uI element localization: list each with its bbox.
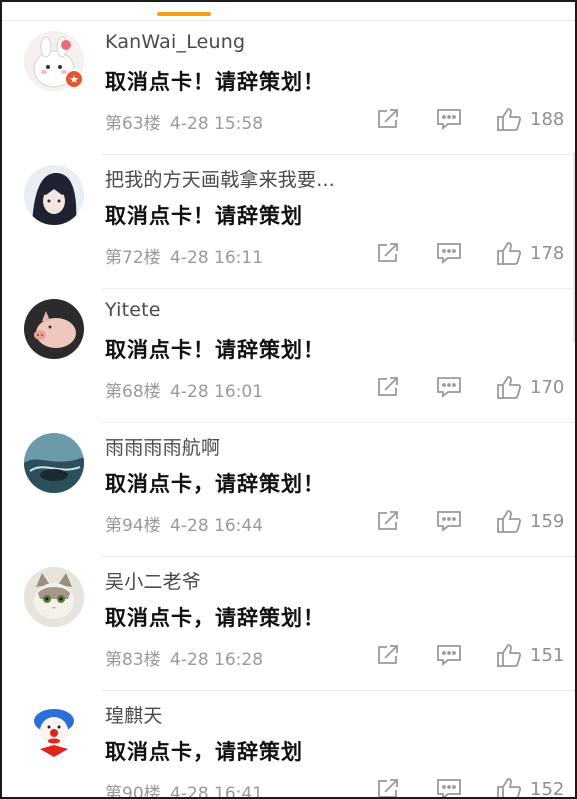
share-button[interactable] (376, 776, 400, 797)
like-count: 152 (530, 778, 565, 799)
floor-number: 第63楼 (105, 114, 161, 134)
clown-avatar-icon (24, 701, 84, 761)
avatar[interactable] (24, 701, 84, 761)
comment-icon (437, 377, 461, 398)
like-button[interactable]: 159 (496, 508, 564, 534)
share-button[interactable] (376, 508, 400, 534)
comment-icon (437, 511, 461, 532)
comment-meta: 第72楼 4-28 16:11 (105, 243, 267, 268)
thumbs-up-icon (497, 644, 522, 667)
comment-feed-frame: ★ KanWai_Leung 取消点卡！请辞策划！ 第63楼 4-28 15:5… (0, 0, 577, 799)
floor-number: 第94楼 (105, 516, 161, 536)
timestamp: 4-28 16:11 (170, 248, 264, 268)
timestamp: 4-28 16:28 (170, 650, 264, 670)
thumbs-up-icon (497, 108, 522, 131)
comment-item: 吴小二老爷 取消点卡，请辞策划！ 第83楼 4-28 16:28 151 (2, 557, 575, 691)
reply-button[interactable] (436, 106, 462, 132)
share-icon (378, 779, 398, 797)
avatar[interactable] (24, 299, 84, 359)
comment-icon (437, 243, 461, 264)
share-button[interactable] (376, 642, 400, 668)
timestamp: 4-28 15:58 (170, 114, 264, 134)
active-tab-indicator (157, 12, 211, 16)
like-button[interactable]: 152 (496, 776, 565, 799)
comment-meta: 第83楼 4-28 16:28 (105, 645, 267, 670)
share-icon (378, 109, 398, 128)
comment-item: Yitete 取消点卡！请辞策划！ 第68楼 4-28 16:01 170 (2, 289, 575, 423)
comment-text: 取消点卡！请辞策划！ (105, 338, 325, 362)
thumbs-up-icon (497, 242, 522, 265)
comment-text: 取消点卡！请辞策划 (105, 204, 303, 228)
like-button[interactable]: 188 (496, 106, 564, 132)
like-count: 178 (530, 242, 565, 264)
timestamp: 4-28 16:01 (170, 382, 264, 402)
comment-icon (437, 645, 461, 666)
comment-icon (437, 109, 461, 130)
vip-badge-icon: ★ (64, 69, 84, 89)
comment-item: 把我的方天画戟拿来我要... 取消点卡！请辞策划 第72楼 4-28 16:11… (2, 155, 575, 289)
username[interactable]: KanWai_Leung (105, 31, 245, 53)
share-button[interactable] (376, 240, 400, 266)
floor-number: 第90楼 (105, 784, 161, 799)
thumbs-up-icon (497, 778, 522, 797)
username[interactable]: Yitete (105, 299, 161, 321)
like-count: 159 (530, 510, 565, 532)
comment-meta: 第68楼 4-28 16:01 (105, 377, 267, 402)
comment-item: 瑝麒天 取消点卡，请辞策划 第90楼 4-28 16:41 152 (2, 691, 575, 799)
like-button[interactable]: 151 (496, 642, 564, 668)
comment-item: ★ KanWai_Leung 取消点卡！请辞策划！ 第63楼 4-28 15:5… (2, 21, 575, 155)
comment-text: 取消点卡，请辞策划！ (105, 606, 325, 630)
username[interactable]: 吴小二老爷 (105, 567, 201, 594)
comment-list: ★ KanWai_Leung 取消点卡！请辞策划！ 第63楼 4-28 15:5… (2, 21, 575, 799)
comment-text: 取消点卡，请辞策划 (105, 740, 303, 764)
thumbs-up-icon (497, 376, 522, 399)
timestamp: 4-28 16:44 (170, 516, 264, 536)
share-icon (378, 243, 398, 262)
thumbs-up-icon (497, 510, 522, 533)
comment-icon (437, 779, 461, 797)
username[interactable]: 瑝麒天 (105, 701, 163, 728)
like-button[interactable]: 170 (496, 374, 564, 400)
pig-avatar-icon (24, 299, 84, 359)
comment-meta: 第94楼 4-28 16:44 (105, 511, 267, 536)
reply-button[interactable] (436, 642, 462, 668)
avatar[interactable] (24, 165, 84, 225)
comment-text: 取消点卡，请辞策划！ (105, 472, 325, 496)
floor-number: 第68楼 (105, 382, 161, 402)
avatar[interactable] (24, 567, 84, 627)
reply-button[interactable] (436, 776, 462, 797)
avatar[interactable] (24, 433, 84, 493)
anime-avatar-icon (24, 165, 84, 225)
like-count: 170 (530, 376, 565, 398)
comment-text: 取消点卡！请辞策划！ (105, 70, 325, 94)
cat-avatar-icon (24, 567, 84, 627)
reply-button[interactable] (436, 240, 462, 266)
share-button[interactable] (376, 106, 400, 132)
like-count: 188 (530, 108, 565, 130)
like-count: 151 (530, 644, 565, 666)
floor-number: 第72楼 (105, 248, 161, 268)
share-icon (378, 377, 398, 396)
username[interactable]: 把我的方天画戟拿来我要... (105, 165, 335, 192)
share-icon (378, 511, 398, 530)
floor-number: 第83楼 (105, 650, 161, 670)
like-button[interactable]: 178 (496, 240, 564, 266)
comment-item: 雨雨雨雨航啊 取消点卡，请辞策划！ 第94楼 4-28 16:44 159 (2, 423, 575, 557)
comment-meta: 第63楼 4-28 15:58 (105, 109, 267, 134)
reply-button[interactable] (436, 374, 462, 400)
reply-button[interactable] (436, 508, 462, 534)
share-button[interactable] (376, 374, 400, 400)
ocean-avatar-icon (24, 433, 84, 493)
comment-meta: 第90楼 4-28 16:41 (105, 779, 267, 799)
username[interactable]: 雨雨雨雨航啊 (105, 433, 220, 460)
timestamp: 4-28 16:41 (170, 784, 264, 799)
share-icon (378, 645, 398, 664)
